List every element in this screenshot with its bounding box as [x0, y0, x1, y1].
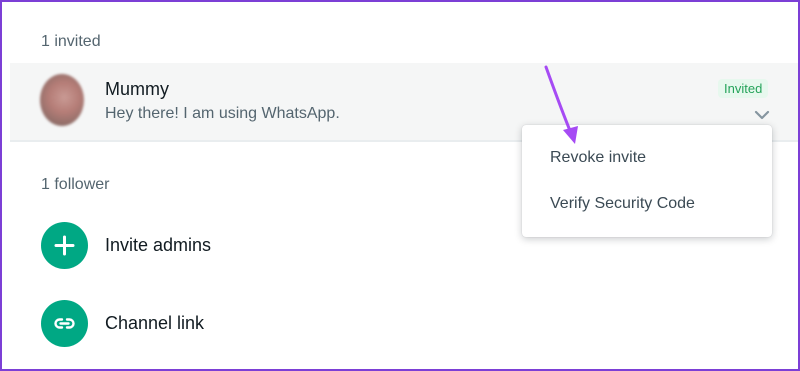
verify-security-code-menu-item[interactable]: Verify Security Code: [550, 195, 695, 213]
invited-section-label: 1 invited: [41, 33, 101, 50]
channel-admins-panel: 1 invited Mummy Hey there! I am using Wh…: [0, 0, 800, 371]
channel-link-label: Channel link: [105, 313, 205, 333]
avatar[interactable]: [40, 74, 84, 126]
channel-link-button[interactable]: Channel link: [41, 300, 441, 348]
contact-status: Hey there! I am using WhatsApp.: [105, 105, 340, 122]
invite-admins-button[interactable]: Invite admins: [41, 222, 441, 270]
annotation-arrow-icon: [544, 65, 578, 144]
channel-link-icon-circle: [41, 300, 88, 347]
chevron-down-icon[interactable]: [752, 105, 772, 125]
followers-section-label: 1 follower: [41, 176, 110, 193]
invite-admins-label: Invite admins: [105, 235, 212, 255]
invite-admins-icon-circle: [41, 222, 88, 269]
contact-name: Mummy: [105, 79, 169, 99]
plus-icon: [54, 235, 75, 256]
link-icon: [54, 318, 75, 329]
invited-status-badge: Invited: [718, 79, 769, 98]
